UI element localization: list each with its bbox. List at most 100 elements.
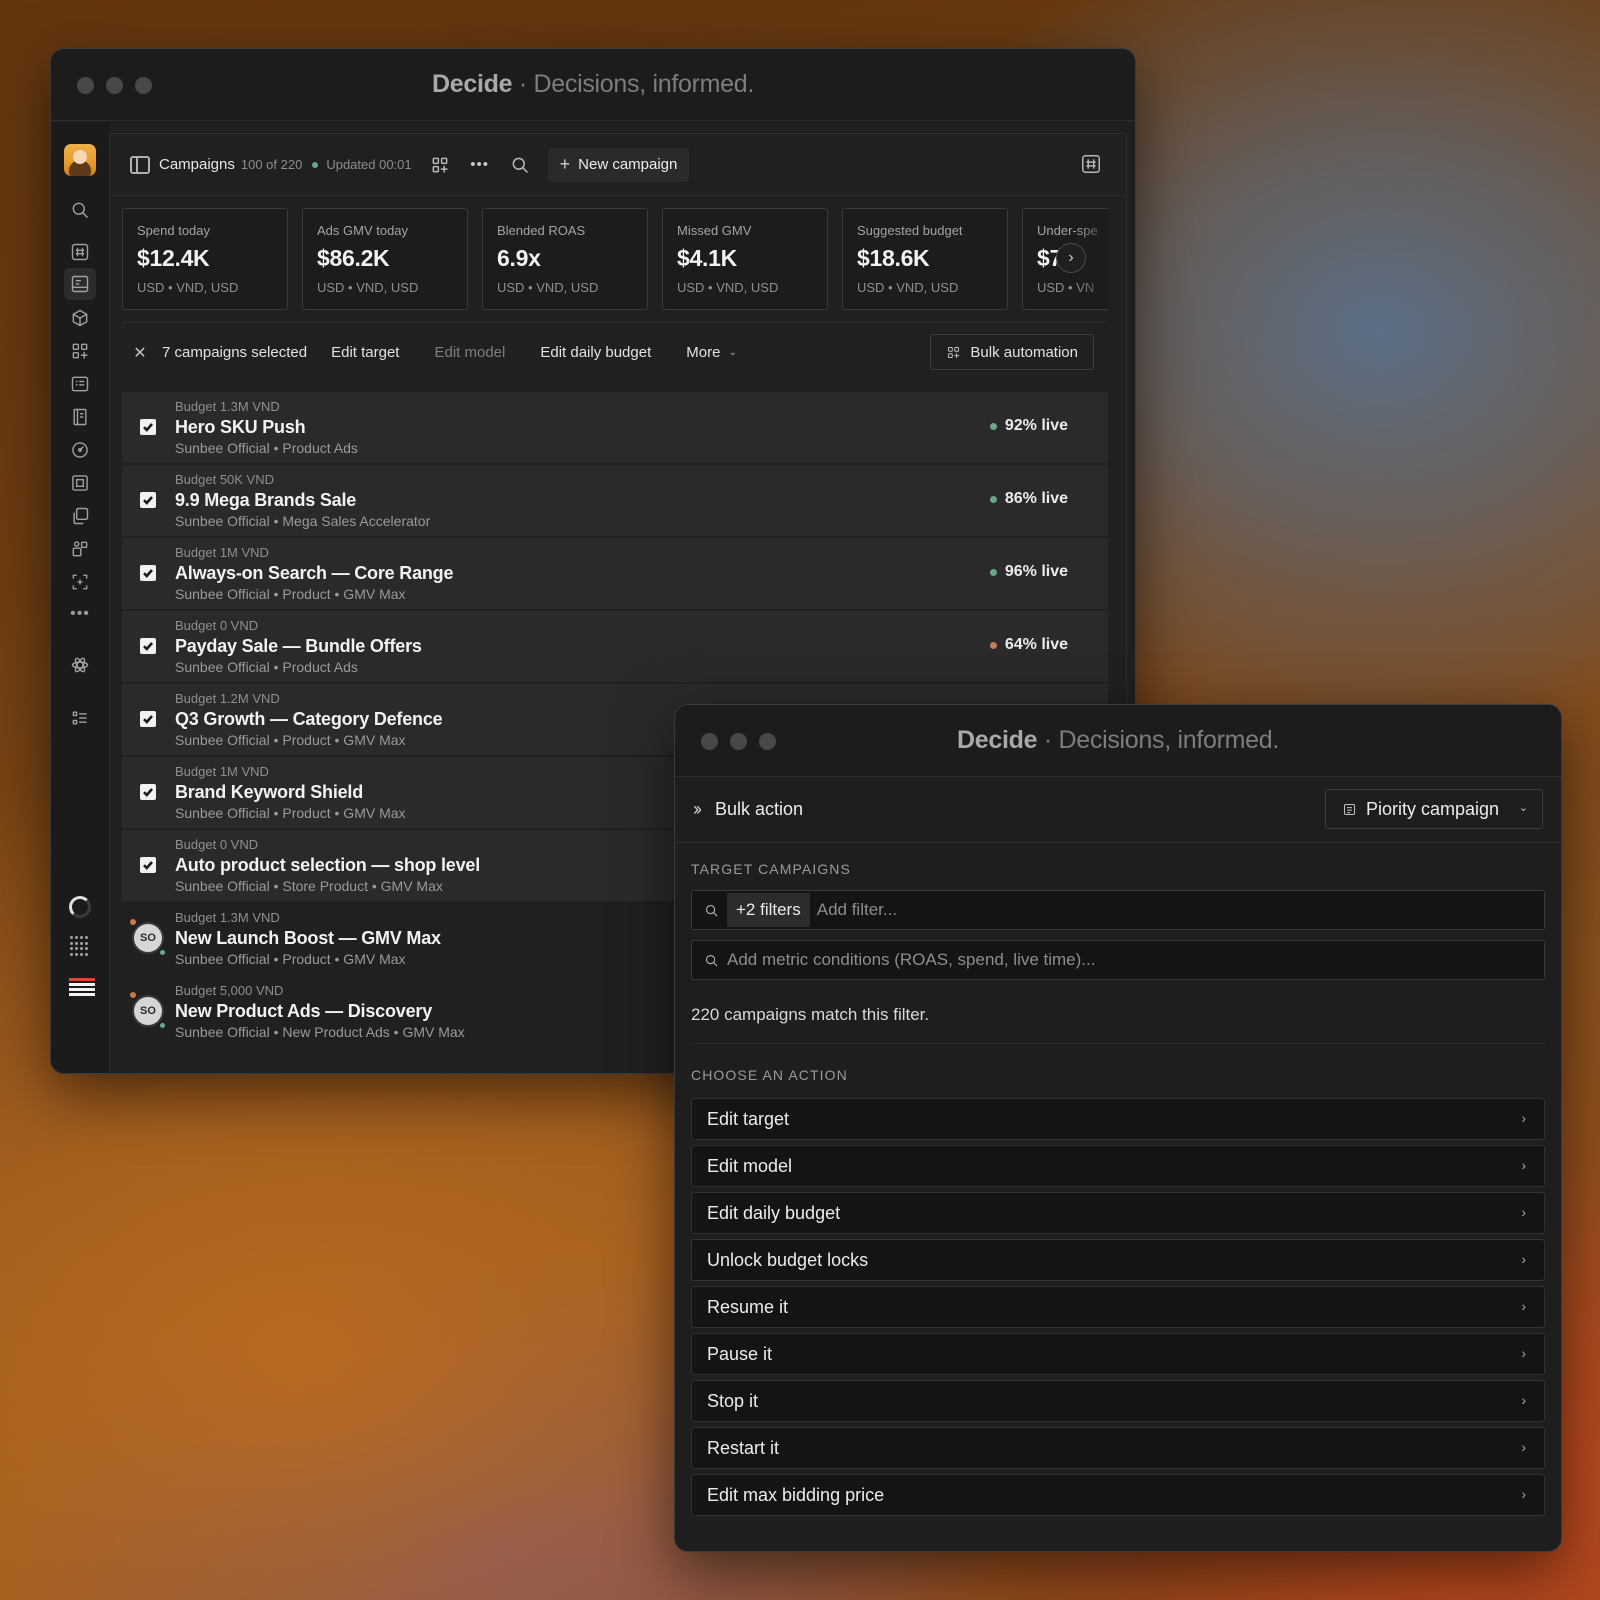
scan-icon[interactable] [68, 570, 92, 594]
campaigns-icon[interactable] [64, 268, 96, 300]
row-checkbox[interactable] [140, 419, 156, 435]
user-avatar[interactable] [64, 144, 96, 176]
chevron-right-icon: › [1521, 1439, 1526, 1455]
row-checkbox[interactable] [140, 857, 156, 873]
row-checkbox[interactable] [140, 784, 156, 800]
zoom-window-button[interactable] [135, 76, 152, 94]
action-item[interactable]: Edit model › [691, 1145, 1545, 1187]
row-checkbox[interactable] [140, 638, 156, 654]
campaign-name[interactable]: Brand Keyword Shield [175, 782, 363, 803]
campaign-meta: Sunbee Official • Product • GMV Max [175, 951, 406, 967]
close-window-button[interactable] [77, 76, 94, 94]
list-icon[interactable] [68, 706, 92, 730]
action-item[interactable]: Stop it › [691, 1380, 1545, 1422]
action-item[interactable]: Edit max bidding price › [691, 1474, 1545, 1516]
atom-icon[interactable] [68, 653, 92, 677]
campaign-meta: Sunbee Official • Store Product • GMV Ma… [175, 878, 443, 894]
campaign-row[interactable]: Budget 50K VND 9.9 Mega Brands Sale Sunbee… [122, 465, 1108, 536]
campaign-name[interactable]: Q3 Growth — Category Defence [175, 709, 443, 730]
action-item[interactable]: Edit daily budget › [691, 1192, 1545, 1234]
search-icon[interactable] [68, 198, 92, 222]
row-checkbox[interactable] [140, 711, 156, 727]
book-icon[interactable] [68, 405, 92, 429]
zoom-window-button[interactable] [759, 732, 776, 750]
kpi-value: $18.6K [857, 245, 930, 271]
target-campaigns-heading: TARGET CAMPAIGNS [691, 861, 851, 877]
priority-select-value: Piority campaign [1366, 798, 1500, 819]
action-item[interactable]: Restart it › [691, 1427, 1545, 1469]
priority-campaign-select[interactable]: Piority campaign ⌄ [1325, 789, 1543, 829]
minimize-window-button[interactable] [730, 732, 747, 750]
frame-icon[interactable] [68, 471, 92, 495]
kpi-card[interactable]: Spend today $12.4K USD • VND, USD [122, 208, 288, 310]
close-window-button[interactable] [701, 732, 718, 750]
edit-model-button[interactable]: Edit model [434, 344, 505, 361]
campaign-row[interactable]: Budget 1M VND Always-on Search — Core Ran… [122, 538, 1108, 609]
kpi-card[interactable]: Suggested budget $18.6K USD • VND, USD [842, 208, 1008, 310]
campaign-budget: Budget 50K VND [175, 472, 275, 487]
sidebar-toggle-icon[interactable] [130, 155, 150, 174]
search-icon[interactable] [508, 153, 532, 177]
chevron-down-icon: ⌄ [1518, 802, 1528, 814]
campaign-budget: Budget 5,000 VND [175, 983, 284, 998]
more-icon[interactable]: ••• [68, 602, 92, 626]
copy-icon[interactable] [68, 504, 92, 528]
window-controls [701, 705, 776, 777]
new-campaign-button[interactable]: + New campaign [547, 147, 690, 182]
metric-conditions-input[interactable]: Add metric conditions (ROAS, spend, live… [691, 940, 1545, 980]
gauge-icon[interactable] [68, 438, 92, 462]
edit-daily-budget-button[interactable]: Edit daily budget [540, 344, 651, 361]
flag-icon[interactable] [69, 978, 95, 998]
action-item[interactable]: Edit target › [691, 1098, 1545, 1140]
campaign-name[interactable]: New Product Ads — Discovery [175, 1001, 432, 1022]
hash-icon[interactable] [68, 240, 92, 264]
grid-icon[interactable] [70, 936, 90, 956]
apps-icon[interactable] [68, 339, 92, 363]
kpi-value: $12.4K [137, 245, 210, 271]
kpi-card[interactable]: Ads GMV today $86.2K USD • VND, USD [302, 208, 468, 310]
kpi-currency: USD • VND, USD [137, 280, 239, 295]
row-checkbox[interactable] [140, 492, 156, 508]
campaign-name[interactable]: Always-on Search — Core Range [175, 563, 453, 584]
bulk-automation-button[interactable]: Bulk automation [930, 334, 1094, 370]
campaign-count: 100 of 220 [240, 157, 303, 172]
plus-icon: + [559, 154, 571, 174]
spinner-icon [69, 896, 91, 918]
box-icon[interactable] [68, 306, 92, 330]
campaign-row[interactable]: Budget 0 VND Payday Sale — Bundle Offers S… [122, 611, 1108, 682]
minimize-window-button[interactable] [106, 76, 123, 94]
table-icon[interactable] [68, 372, 92, 396]
action-item[interactable]: Resume it › [691, 1286, 1545, 1328]
clear-selection-icon[interactable]: ✕ [132, 343, 148, 363]
live-status: 64% live [989, 636, 1068, 654]
campaign-name[interactable]: Payday Sale — Bundle Offers [175, 636, 422, 657]
row-checkbox[interactable] [140, 565, 156, 581]
action-item[interactable]: Pause it › [691, 1333, 1545, 1375]
page-title: Campaigns [159, 156, 235, 173]
action-item[interactable]: Unlock budget locks › [691, 1239, 1545, 1281]
edit-target-button[interactable]: Edit target [331, 344, 399, 361]
filter-input[interactable]: +2 filters Add filter... [691, 890, 1545, 930]
campaign-row[interactable]: Budget 1.3M VND Hero SKU Push Sunbee Offic… [122, 392, 1108, 463]
campaign-budget: Budget 0 VND [175, 837, 259, 852]
kpi-card[interactable]: Blended ROAS 6.9x USD • VND, USD [482, 208, 648, 310]
action-label: Resume it [707, 1296, 789, 1317]
campaign-name[interactable]: New Launch Boost — GMV Max [175, 928, 441, 949]
window-title: Decide · Decisions, informed. [432, 70, 754, 99]
campaign-name[interactable]: Hero SKU Push [175, 417, 306, 438]
kpi-card[interactable]: Missed GMV $4.1K USD • VND, USD [662, 208, 828, 310]
more-dropdown[interactable]: More ⌄ [686, 344, 737, 361]
selection-count: 7 campaigns selected [162, 344, 308, 361]
panel-settings-icon[interactable] [1080, 153, 1102, 175]
more-options-icon[interactable]: ••• [468, 153, 492, 177]
shapes-icon[interactable] [68, 537, 92, 561]
filters-chip[interactable]: +2 filters [727, 893, 810, 927]
live-percent: 86% live [1004, 490, 1068, 507]
kpi-next-button[interactable]: › [1056, 243, 1086, 273]
new-campaign-label: New campaign [578, 156, 678, 173]
campaign-name[interactable]: 9.9 Mega Brands Sale [175, 490, 356, 511]
collapse-panel-icon[interactable]: ›› [693, 799, 702, 820]
campaign-name[interactable]: Auto product selection — shop level [175, 855, 480, 876]
status-dot [312, 161, 319, 168]
layout-icon[interactable] [428, 153, 452, 177]
